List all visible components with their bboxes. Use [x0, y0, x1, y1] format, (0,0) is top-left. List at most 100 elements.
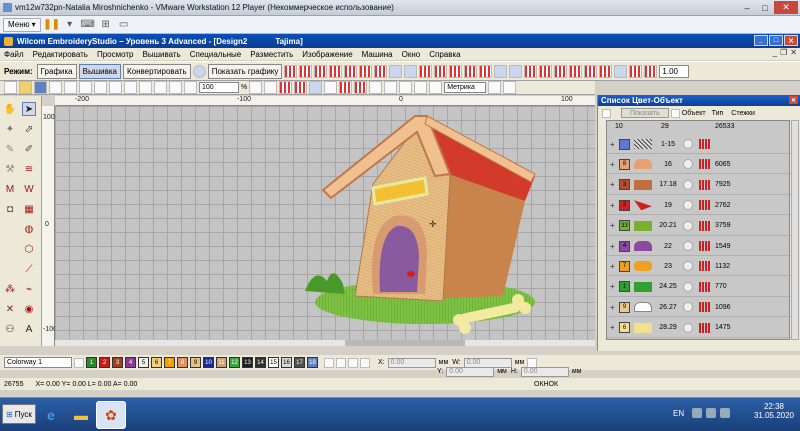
color-object-row[interactable]: +9 26.27 1096 [607, 298, 791, 318]
color-chip[interactable]: 33 [619, 220, 630, 232]
hoop-icon[interactable] [264, 81, 278, 94]
contour-icon[interactable] [329, 64, 343, 78]
panel-grid-icon[interactable] [602, 108, 611, 118]
lettering-icon[interactable] [434, 64, 448, 78]
auto-fabric-icon[interactable] [539, 64, 553, 78]
grass-tuft[interactable] [305, 273, 345, 294]
globe-icon[interactable] [192, 64, 206, 78]
sequence-icon[interactable] [429, 81, 443, 94]
tatami-icon[interactable] [314, 64, 328, 78]
show-stitches-icon[interactable] [279, 81, 293, 94]
options-icon[interactable] [488, 81, 502, 94]
undo-icon[interactable] [109, 81, 122, 94]
lettering-tool-icon[interactable]: A [22, 322, 36, 336]
jump-icon[interactable] [354, 81, 368, 94]
folder-icon[interactable]: ▬ [66, 401, 96, 429]
expand-icon[interactable]: + [610, 160, 616, 169]
print-icon[interactable] [49, 81, 62, 94]
network-icon[interactable]: ⊞ [99, 19, 113, 31]
travel-icon[interactable] [414, 81, 428, 94]
door-ornament[interactable] [407, 271, 415, 277]
outline-icon[interactable] [389, 64, 403, 78]
run-tool-icon[interactable]: ⟋ [22, 262, 36, 276]
split-tool-icon[interactable]: ⚒ [3, 162, 17, 176]
expand-icon[interactable]: + [610, 323, 616, 332]
panel-scrollbar[interactable] [791, 120, 799, 340]
menu-digitize[interactable]: Вышивать [142, 50, 180, 59]
color-object-row[interactable]: +1 24.25 770 [607, 278, 791, 297]
color-chip[interactable]: 9 [619, 301, 630, 313]
save-icon[interactable] [34, 81, 47, 94]
expand-icon[interactable]: + [610, 282, 616, 291]
language-indicator[interactable]: EN [673, 409, 684, 418]
menu-window[interactable]: Окно [402, 50, 421, 59]
fill-stitch-icon[interactable] [284, 64, 298, 78]
3d-view-icon[interactable] [309, 81, 323, 94]
applique-tool-icon[interactable]: ⁂ [3, 282, 17, 296]
pause-icon[interactable]: ❚❚ [43, 19, 60, 31]
convert-button[interactable]: Конвертировать [122, 63, 191, 79]
cross-stitch-icon[interactable] [464, 64, 478, 78]
expand-icon[interactable]: + [610, 221, 616, 230]
satin-tool-icon[interactable]: ≋ [22, 162, 36, 176]
panel-sort-icon[interactable] [670, 108, 680, 118]
column-b-icon[interactable]: W [22, 182, 36, 196]
col-stitches-header[interactable]: Стежки [731, 110, 755, 117]
color-object-row[interactable]: +4 22 1549 [607, 237, 791, 256]
send-keys-icon[interactable]: ⌨ [80, 19, 94, 31]
copy-icon[interactable] [79, 81, 92, 94]
redo-icon[interactable] [124, 81, 137, 94]
color-blend-icon[interactable] [644, 64, 658, 78]
expand-icon[interactable]: + [610, 262, 616, 271]
knife-icon[interactable]: ✎ [3, 142, 17, 156]
circle-tool-icon[interactable]: ◉ [22, 302, 36, 316]
clock[interactable]: 22:38 31.05.2020 [754, 402, 794, 420]
column-a-icon[interactable]: M [3, 182, 17, 196]
color-object-row[interactable]: +2 19 2762 [607, 196, 791, 216]
mdi-restore-icon[interactable]: ❐ [780, 48, 787, 57]
pull-comp-icon[interactable] [584, 64, 598, 78]
complex-fill-icon[interactable]: ◍ [22, 222, 36, 236]
menu-image[interactable]: Изображение [302, 50, 352, 59]
color-chip[interactable]: 6 [619, 322, 630, 334]
internet-explorer-icon[interactable]: e [36, 401, 66, 429]
density-icon[interactable] [599, 64, 613, 78]
y-field[interactable]: 0.00 [446, 366, 495, 377]
wilcom-app-icon[interactable]: ✿ [96, 401, 126, 429]
dropdown-icon[interactable]: ▾ [63, 19, 77, 31]
pattern-icon[interactable] [479, 64, 493, 78]
open-file-icon[interactable] [19, 81, 32, 94]
app-close-icon[interactable]: ✕ [784, 35, 798, 46]
color-chip[interactable]: 8 [619, 158, 630, 170]
color-object-row[interactable]: +6 28.29 1475 [607, 319, 791, 338]
app-minimize-icon[interactable]: _ [754, 35, 768, 46]
color-chip[interactable]: 2 [619, 199, 630, 211]
color-object-row[interactable]: +3 17.18 7925 [607, 176, 791, 195]
doghouse-design[interactable]: ✛ [55, 106, 595, 341]
people-icon[interactable]: ⚇ [3, 322, 17, 336]
menu-file[interactable]: Файл [4, 50, 24, 59]
fill-tool-icon[interactable]: ▦ [22, 202, 36, 216]
stitch-angle-icon[interactable] [554, 64, 568, 78]
color-object-row[interactable]: +8 16 6065 [607, 155, 791, 175]
backstitch-icon[interactable] [374, 64, 388, 78]
reshape-tool-icon[interactable]: ✦ [3, 122, 17, 136]
maximize-icon[interactable]: □ [756, 1, 774, 14]
underlay-icon[interactable] [569, 64, 583, 78]
tray-flag-icon[interactable] [692, 408, 702, 418]
zoom-in-icon[interactable] [139, 81, 152, 94]
color-chip[interactable]: 7 [619, 260, 630, 272]
color-chip[interactable]: 1 [619, 281, 630, 293]
slow-redraw-icon[interactable] [399, 81, 413, 94]
minimize-icon[interactable]: – [738, 1, 756, 14]
zoom-select[interactable]: 100 [199, 82, 239, 93]
monogram-icon[interactable] [449, 64, 463, 78]
scrollbar-thumb[interactable] [345, 340, 465, 346]
hand-tool-icon[interactable]: ✋ [3, 102, 17, 116]
zoom-box-icon[interactable] [169, 81, 182, 94]
color-icon[interactable] [614, 64, 628, 78]
applique-icon[interactable] [419, 64, 433, 78]
motif-tool-icon[interactable]: ⌁ [22, 282, 36, 296]
reshape-icon[interactable] [509, 64, 523, 78]
scale-input[interactable]: 1.00 [659, 64, 690, 78]
